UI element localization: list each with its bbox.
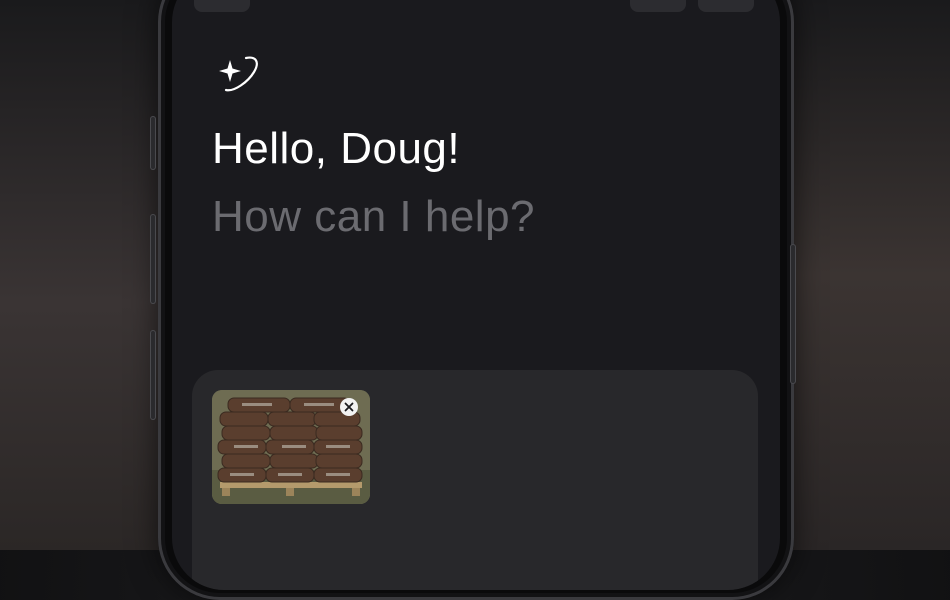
close-icon — [344, 402, 354, 412]
action-button — [150, 116, 156, 170]
volume-down-button — [150, 330, 156, 420]
phone-screen: Hello, Doug! How can I help? — [172, 0, 780, 590]
greeting-title: Hello, Doug! — [212, 124, 461, 173]
composer-panel[interactable] — [192, 370, 758, 590]
sparkle-orbit-icon — [219, 56, 258, 92]
help-prompt: How can I help? — [212, 192, 536, 241]
header-action-button[interactable] — [630, 0, 686, 12]
header-menu-button[interactable] — [698, 0, 754, 12]
background-left — [0, 0, 170, 550]
background-right — [780, 0, 950, 550]
volume-up-button — [150, 214, 156, 304]
remove-attachment-button[interactable] — [340, 398, 358, 416]
back-button[interactable] — [194, 0, 250, 12]
power-button — [790, 244, 796, 384]
